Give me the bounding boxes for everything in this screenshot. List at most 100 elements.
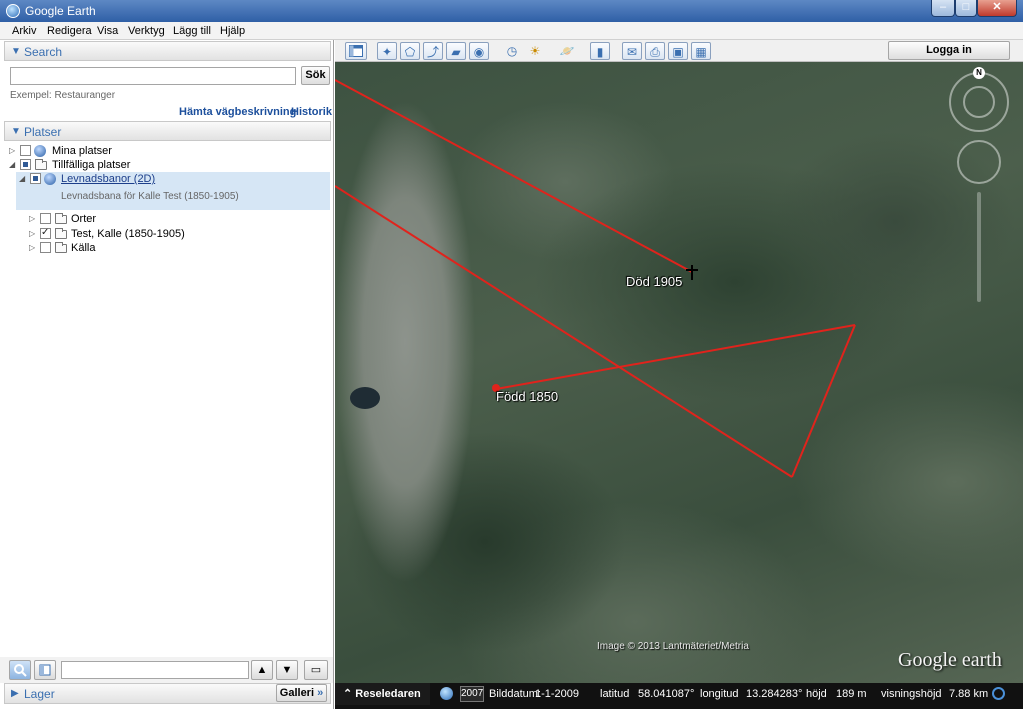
imagery-copyright: Image © 2013 Lantmäteriet/Metria — [597, 641, 749, 652]
move-joystick[interactable] — [957, 140, 1001, 184]
life-path-line — [335, 79, 693, 273]
tree-item-label: Källa — [71, 242, 96, 254]
maximize-button[interactable]: □ — [955, 0, 977, 17]
imagery-year[interactable]: 2007 — [460, 686, 484, 702]
print-icon[interactable]: ⎙ — [645, 42, 665, 60]
zoom-slider[interactable] — [977, 192, 981, 302]
record-tour-icon[interactable]: ◉ — [469, 42, 489, 60]
menu-bar: Arkiv Redigera Visa Verktyg Lägg till Hj… — [0, 22, 1023, 40]
menu-redigera[interactable]: Redigera — [47, 25, 92, 37]
tour-guide-button[interactable]: ⌃ Reseledaren — [335, 683, 430, 705]
birth-label[interactable]: Född 1850 — [496, 389, 558, 404]
move-up-icon[interactable]: ▲ — [251, 660, 273, 680]
tree-item-person[interactable]: ▷ Test, Kalle (1850-1905) — [0, 226, 330, 241]
look-joystick-center[interactable] — [963, 86, 995, 118]
search-input[interactable] — [10, 67, 296, 85]
tree-item-my-places[interactable]: ▷ Mina platser — [0, 144, 330, 158]
longitude-value: 13.284283° — [746, 688, 803, 700]
search-header-label: Search — [24, 45, 63, 59]
get-directions-link[interactable]: Hämta vägbeskrivning — [179, 106, 296, 118]
path-overlay — [335, 79, 856, 478]
title-bar: Google Earth – □ ✕ — [0, 0, 1023, 22]
minimize-button[interactable]: – — [931, 0, 955, 17]
places-header-label: Platser — [24, 125, 62, 139]
add-image-overlay-icon[interactable]: ▰ — [446, 42, 466, 60]
google-earth-logo: Google earth — [898, 649, 1002, 671]
add-path-icon[interactable]: ⤴ — [423, 42, 443, 60]
compass-north-icon[interactable]: N — [973, 67, 985, 79]
streaming-indicator-icon — [992, 687, 1005, 700]
planets-icon[interactable]: 🪐 — [557, 42, 577, 60]
move-down-icon[interactable]: ▼ — [276, 660, 298, 680]
collapse-arrow-icon[interactable]: ◢ — [9, 158, 15, 172]
sidebar: ▼ Search Sök Exempel: Restauranger Hämta… — [0, 40, 334, 709]
sidebar-toggle-icon[interactable] — [345, 42, 367, 60]
folder-icon — [55, 213, 67, 224]
expand-arrow-icon[interactable]: ▷ — [29, 212, 35, 226]
checkbox[interactable] — [40, 242, 51, 253]
menu-arkiv[interactable]: Arkiv — [12, 25, 36, 37]
death-label[interactable]: Död 1905 — [626, 274, 682, 289]
status-bar: ⌃ Reseledaren 2007 Bilddatum: 1-1-2009 l… — [335, 683, 1023, 709]
folder-icon — [55, 242, 67, 253]
layers-panel-header[interactable]: ▶ Lager Galleri » — [4, 683, 331, 704]
save-image-icon[interactable]: ▣ — [668, 42, 688, 60]
checkbox[interactable] — [20, 159, 31, 170]
search-places-icon[interactable] — [9, 660, 31, 680]
expand-arrow-icon[interactable]: ▷ — [9, 144, 15, 158]
expand-triangle-icon: ▶ — [11, 688, 19, 699]
map-view[interactable]: Död 1905 Född 1850 N Image © 2013 Lantmä… — [335, 62, 1023, 683]
history-link[interactable]: Historik — [291, 106, 332, 118]
checkbox[interactable] — [40, 213, 51, 224]
chevron-up-icon: ⌃ — [343, 688, 353, 700]
checkbox[interactable] — [20, 145, 31, 156]
menu-hjalp[interactable]: Hjälp — [220, 25, 245, 37]
ruler-icon[interactable]: ▮ — [590, 42, 610, 60]
email-icon[interactable]: ✉ — [622, 42, 642, 60]
places-panel-header[interactable]: ▼ Platser — [4, 121, 331, 141]
image-date-label: Bilddatum: — [489, 688, 541, 700]
gallery-button-label: Galleri — [279, 687, 315, 699]
google-earth-icon — [6, 4, 20, 18]
menu-verktyg[interactable]: Verktyg — [128, 25, 165, 37]
tree-item-life-paths[interactable]: ◢ Levnadsbanor (2D) — [0, 172, 330, 186]
life-path-line — [335, 185, 793, 478]
add-placemark-icon[interactable]: ✦ — [377, 42, 397, 60]
expand-arrow-icon[interactable]: ▷ — [29, 241, 35, 255]
tree-item-label[interactable]: Levnadsbanor (2D) — [61, 172, 155, 186]
collapse-arrow-icon[interactable]: ◢ — [19, 172, 25, 186]
search-button[interactable]: Sök — [301, 66, 330, 85]
checkbox[interactable] — [40, 226, 51, 240]
historical-imagery-icon[interactable]: ◷ — [502, 42, 522, 60]
window-title: Google Earth — [25, 4, 96, 18]
checkbox[interactable] — [30, 173, 41, 184]
tree-item-places-folder[interactable]: ▷ Orter — [0, 212, 330, 226]
gallery-button[interactable]: Galleri » — [276, 684, 327, 702]
navigation-controls[interactable]: N — [947, 67, 1011, 320]
folder-icon — [35, 159, 47, 170]
login-button[interactable]: Logga in — [888, 41, 1010, 60]
places-filter-input[interactable] — [61, 661, 249, 679]
collapse-triangle-icon: ▼ — [11, 126, 21, 137]
elevation-value: 189 m — [836, 688, 867, 700]
folder-menu-icon[interactable]: ▭ — [304, 660, 328, 680]
historical-imagery-globe-icon[interactable] — [440, 687, 453, 700]
search-panel-header[interactable]: ▼ Search — [4, 41, 331, 61]
expand-arrow-icon[interactable]: ▷ — [29, 227, 35, 241]
close-button[interactable]: ✕ — [977, 0, 1017, 17]
double-chevron-icon: » — [317, 687, 324, 699]
panel-toggle-icon[interactable] — [34, 660, 56, 680]
image-date-value: 1-1-2009 — [535, 688, 580, 700]
tree-item-source[interactable]: ▷ Källa — [0, 241, 330, 255]
elevation-label: höjd — [806, 688, 827, 700]
sunlight-icon[interactable]: ☀ — [525, 42, 545, 60]
menu-lagg-till[interactable]: Lägg till — [173, 25, 211, 37]
view-in-maps-icon[interactable]: ▦ — [691, 42, 711, 60]
tree-item-label: Orter — [71, 213, 97, 225]
network-link-icon — [44, 173, 56, 185]
tree-item-description: Levnadsbana för Kalle Test (1850-1905) — [61, 191, 239, 202]
menu-visa[interactable]: Visa — [97, 25, 118, 37]
layers-header-label: Lager — [24, 687, 55, 701]
tree-item-temporary-places[interactable]: ◢ Tillfälliga platser — [0, 158, 330, 172]
add-polygon-icon[interactable]: ⬠ — [400, 42, 420, 60]
